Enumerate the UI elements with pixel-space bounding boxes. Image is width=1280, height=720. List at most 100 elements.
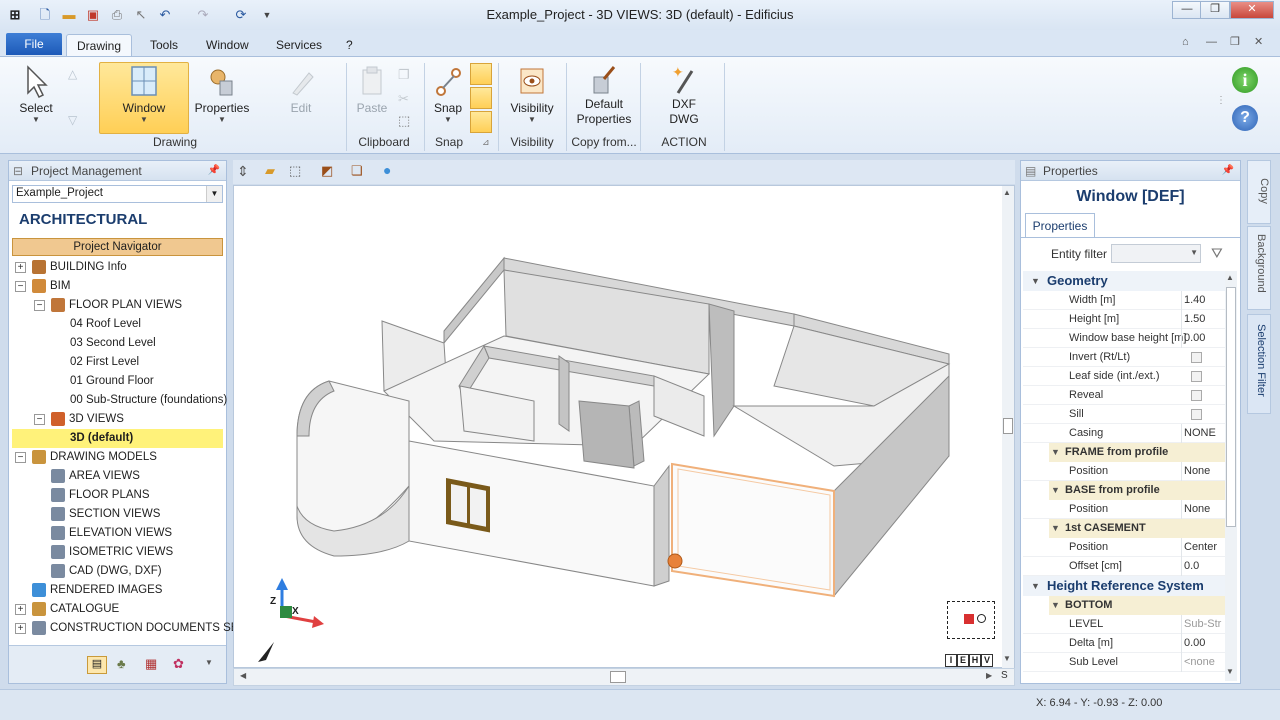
tree-item[interactable]: RENDERED IMAGES [12, 581, 223, 600]
property-value[interactable]: Sub-Str [1181, 615, 1228, 634]
property-row[interactable]: Width [m] 1.40 [1023, 291, 1228, 310]
tab-tools[interactable]: Tools [140, 34, 188, 56]
refresh-icon[interactable]: ⟳ [232, 6, 250, 24]
view-v-button[interactable]: V [981, 654, 993, 667]
property-value[interactable]: Center [1181, 538, 1228, 557]
tree-item[interactable]: ELEVATION VIEWS [12, 524, 223, 543]
tab-services[interactable]: Services [266, 34, 332, 56]
property-row[interactable]: Sub Level <none [1023, 653, 1228, 672]
pointer-icon[interactable]: ↖ [132, 6, 150, 24]
toolbar-dropdown-icon[interactable]: ▼ [205, 658, 213, 667]
expand-icon[interactable]: + [15, 262, 26, 273]
restore-button[interactable]: ❐ [1200, 1, 1230, 19]
scroll-down-icon[interactable]: ▼ [1003, 654, 1011, 663]
tree-item[interactable]: 03 Second Level [12, 334, 223, 353]
tree-item[interactable]: 3D (default) [12, 429, 223, 448]
side-tab-copy[interactable]: Copy [1247, 160, 1271, 224]
doc-restore-icon[interactable]: ❐ [1230, 35, 1240, 48]
tree-item[interactable]: + CONSTRUCTION DOCUMENTS SET [12, 619, 246, 638]
layout-icon[interactable]: ⇕ [237, 163, 249, 180]
properties-button[interactable]: Properties ▼ [194, 63, 250, 133]
expand-icon[interactable]: + [15, 604, 26, 615]
tree-item[interactable]: + BUILDING Info [12, 258, 223, 277]
property-subsection[interactable]: ▼ BASE from profile [1049, 481, 1228, 500]
select-button[interactable]: Select ▼ [14, 63, 58, 133]
clipboard-select-icon[interactable]: ⬚ [398, 113, 410, 129]
property-row[interactable]: Position None [1023, 500, 1228, 519]
property-row[interactable]: LEVEL Sub-Str [1023, 615, 1228, 634]
collapse-icon[interactable]: − [15, 281, 26, 292]
scroll-up-icon[interactable]: ▲ [1003, 188, 1011, 197]
scroll-left-icon[interactable]: ◀ [240, 671, 246, 680]
building-model[interactable] [234, 186, 1004, 656]
collapse-icon[interactable]: ▼ [1031, 576, 1040, 596]
tab-properties[interactable]: Properties [1025, 213, 1095, 237]
snap-line-icon[interactable] [470, 87, 492, 109]
paste-button[interactable]: Paste [352, 63, 392, 133]
view-i-button[interactable]: I [945, 654, 957, 667]
default-properties-button[interactable]: Default Properties [572, 63, 636, 133]
edit-button[interactable]: Edit [276, 63, 326, 133]
project-selector[interactable]: Example_Project ▼ [12, 185, 223, 203]
save-icon[interactable]: ▣ [84, 6, 102, 24]
new-file-icon[interactable]: 🗋 [36, 6, 54, 24]
minimize-button[interactable]: — [1172, 1, 1202, 19]
property-row[interactable]: Casing NONE [1023, 424, 1228, 443]
open-folder-icon[interactable]: ▬ [60, 6, 78, 24]
collapse-icon[interactable]: ▼ [1051, 481, 1060, 500]
close-button[interactable]: ✕ [1230, 1, 1274, 19]
chevron-down-icon[interactable]: ▼ [1190, 248, 1198, 257]
cut-icon[interactable]: ✂ [398, 91, 409, 107]
property-subsection[interactable]: ▼ BOTTOM [1049, 596, 1228, 615]
file-menu-button[interactable]: File [6, 33, 62, 55]
tab-window[interactable]: Window [196, 34, 259, 56]
ribbon-collapse-icon[interactable]: ⌂ [1182, 36, 1189, 48]
property-row[interactable]: Sill [1023, 405, 1228, 424]
property-checkbox[interactable] [1191, 409, 1202, 420]
property-value[interactable]: <none [1181, 653, 1228, 672]
property-value[interactable]: NONE [1181, 424, 1228, 443]
tree-item[interactable]: − FLOOR PLAN VIEWS [12, 296, 223, 315]
property-value[interactable]: 1.50 [1181, 310, 1228, 329]
property-value[interactable]: None [1181, 500, 1228, 519]
shade-icon[interactable]: ◩ [321, 163, 333, 179]
side-tab-background[interactable]: Background [1247, 226, 1271, 310]
library-icon[interactable]: ▦ [145, 656, 157, 672]
copy-icon[interactable]: ❐ [398, 67, 410, 83]
3d-viewport[interactable]: Z X IEHV ▲ ▼ [233, 185, 1015, 668]
property-checkbox[interactable] [1191, 390, 1202, 401]
side-tab-selection-filter[interactable]: Selection Filter [1247, 314, 1271, 414]
tab-help[interactable]: ? [336, 34, 363, 56]
properties-scroll-thumb[interactable] [1226, 287, 1236, 527]
tree-item[interactable]: SECTION VIEWS [12, 505, 223, 524]
collapse-icon[interactable]: − [15, 452, 26, 463]
snap-endpoint-icon[interactable] [470, 63, 492, 85]
property-section[interactable]: ▼ Height Reference System [1023, 576, 1228, 596]
dxf-dwg-button[interactable]: ✦ DXF DWG [656, 63, 712, 133]
help-icon[interactable]: ? [1232, 105, 1258, 131]
property-row[interactable]: Height [m] 1.50 [1023, 310, 1228, 329]
grip-handle[interactable] [667, 553, 683, 569]
scroll-up-icon[interactable]: ▲ [1226, 273, 1234, 282]
window-button[interactable]: Window ▼ [99, 62, 189, 134]
pin-icon[interactable]: 📌 [208, 161, 220, 181]
property-value[interactable]: 1.40 [1181, 291, 1228, 310]
collapse-icon[interactable]: ▼ [1051, 596, 1060, 615]
property-value[interactable]: 0.00 [1181, 329, 1228, 348]
undo-icon[interactable]: ↶ [156, 6, 174, 24]
tree-item[interactable]: FLOOR PLANS [12, 486, 223, 505]
tree-item[interactable]: + CATALOGUE [12, 600, 223, 619]
scroll-down-icon[interactable]: ▼ [1226, 667, 1234, 676]
up-arrow-icon[interactable]: △ [68, 67, 77, 81]
property-value[interactable]: None [1181, 462, 1228, 481]
property-subsection[interactable]: ▼ 1st CASEMENT [1049, 519, 1228, 538]
collapse-icon[interactable]: ▼ [1031, 271, 1040, 291]
property-row[interactable]: Leaf side (int./ext.) [1023, 367, 1228, 386]
quick-access-dropdown-icon[interactable]: ▼ [258, 6, 276, 24]
info-icon[interactable]: i [1232, 67, 1258, 93]
tree-item[interactable]: 04 Roof Level [12, 315, 223, 334]
zoom-window-icon[interactable]: ⬚ [289, 163, 301, 179]
property-value[interactable]: 0.00 [1181, 634, 1228, 653]
collapse-icon[interactable]: − [34, 414, 45, 425]
filter-icon[interactable]: ⛛ [1211, 245, 1223, 262]
